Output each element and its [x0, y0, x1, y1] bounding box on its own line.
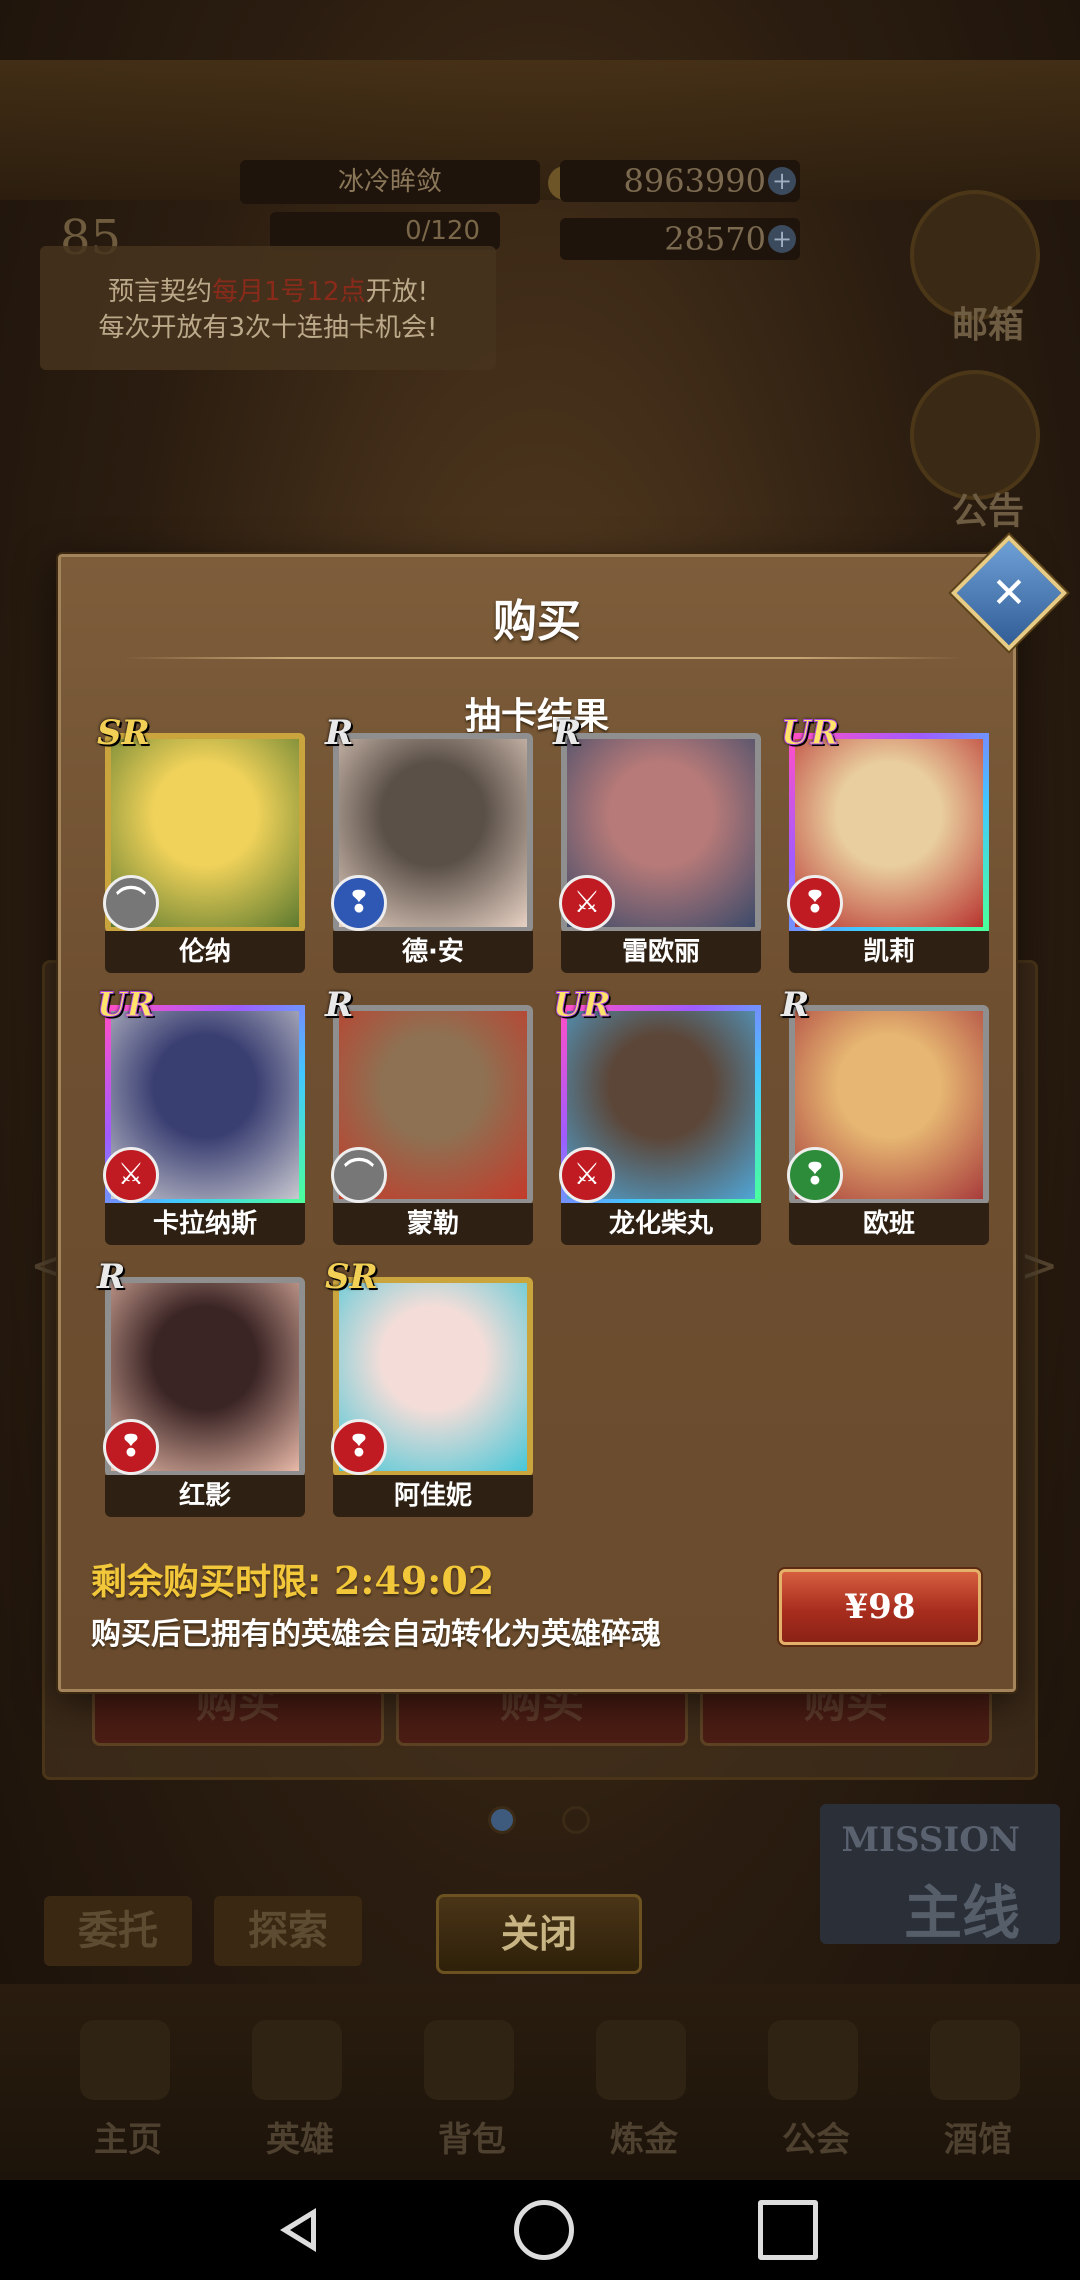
hero-card[interactable]: SR ❢ 阿佳妮	[325, 1257, 533, 1517]
close-button[interactable]: 关闭	[436, 1894, 642, 1974]
rarity-badge: R	[781, 985, 810, 1025]
hero-name: 卡拉纳斯	[105, 1203, 305, 1245]
right-arrow-icon: >	[1020, 1238, 1059, 1292]
alchemy-icon	[596, 2020, 686, 2100]
modal-title: 购买	[493, 596, 581, 647]
hero-card[interactable]: UR ⚔ 卡拉纳斯	[97, 985, 305, 1245]
event-notice: 预言契约每月1号12点开放! 每次开放有3次十连抽卡机会!	[40, 246, 496, 370]
staff-icon: ❢	[331, 1419, 387, 1475]
draw-result-heading: 抽卡结果	[464, 696, 609, 737]
bag-icon	[424, 2020, 514, 2100]
bow-icon: ⌒	[331, 1147, 387, 1203]
hero-card[interactable]: R ⚔ 雷欧丽	[553, 713, 761, 973]
gem-value: 28570	[664, 220, 766, 258]
back-icon[interactable]	[272, 2200, 332, 2260]
rarity-badge: R	[325, 713, 354, 753]
timer-value: 2:49:02	[333, 1558, 495, 1603]
home-button-icon[interactable]	[514, 2200, 574, 2260]
mail-label: 邮箱	[951, 305, 1024, 346]
nav-alchemy: 炼金	[610, 2120, 678, 2160]
close-icon: ✕	[991, 568, 1027, 617]
rarity-badge: R	[553, 713, 582, 753]
staff-icon: ❢	[787, 875, 843, 931]
hero-name: 阿佳妮	[333, 1475, 533, 1517]
hero-icon	[252, 2020, 342, 2100]
hero-name: 雷欧丽	[561, 931, 761, 973]
nav-bag: 背包	[438, 2120, 506, 2160]
gold-counter: 8963990 +	[560, 160, 800, 202]
rarity-badge: R	[325, 985, 354, 1025]
hero-name: 伦纳	[105, 931, 305, 973]
hero-card[interactable]: R ❢ 红影	[97, 1257, 305, 1517]
gem-counter: 28570 +	[560, 218, 800, 260]
notice-time: 每月1号12点	[211, 277, 366, 307]
purchase-timer: 剩余购买时限: 2:49:02	[91, 1553, 494, 1605]
hero-name: 凯莉	[789, 931, 989, 973]
home-icon	[80, 2020, 170, 2100]
page-dot-1	[488, 1806, 516, 1834]
nav-guild: 公会	[782, 2120, 850, 2160]
hero-name: 蒙勒	[333, 1203, 533, 1245]
recents-icon[interactable]	[758, 2200, 818, 2260]
notice-line2: 每次开放有3次十连抽卡机会!	[98, 313, 438, 343]
bow-icon: ⌒	[103, 875, 159, 931]
bottom-nav: 主页 英雄 背包 炼金 公会 酒馆	[0, 1984, 1080, 2180]
sword-icon: ⚔	[559, 1147, 615, 1203]
hero-card[interactable]: UR ❢ 凯莉	[781, 713, 989, 973]
top-status-bar	[0, 60, 1080, 200]
nav-home: 主页	[94, 2120, 162, 2160]
purchase-modal: 购买 抽卡结果 SR ⌒ 伦纳 R ❢ 德·安 R ⚔ 雷欧丽 UR ❢ 凯莉 UR ⚔ 卡拉纳斯 R ⌒ 蒙勒 U…	[58, 554, 1016, 1692]
sword-icon: ⚔	[559, 875, 615, 931]
mission-en: MISSION	[841, 1820, 1021, 1860]
notice-suffix: 开放!	[365, 277, 429, 307]
announce-icon	[910, 370, 1040, 500]
mission-banner: MISSION 主线	[820, 1804, 1060, 1947]
hero-card[interactable]: R ⌒ 蒙勒	[325, 985, 533, 1245]
gold-value: 8963990	[623, 162, 766, 200]
guild-icon	[768, 2020, 858, 2100]
add-gold-icon: +	[768, 167, 796, 195]
hero-card[interactable]: UR ⚔ 龙化柴丸	[553, 985, 761, 1245]
tavern-icon	[930, 2020, 1020, 2100]
commission-tag: 委托	[44, 1896, 192, 1966]
title-divider	[123, 657, 963, 659]
explore-tag: 探索	[214, 1896, 362, 1966]
rarity-badge: SR	[97, 713, 150, 753]
price-button[interactable]: ¥98	[779, 1569, 981, 1645]
rarity-badge: UR	[781, 713, 840, 754]
nav-hero: 英雄	[266, 2120, 334, 2160]
staff-icon: ❢	[103, 1419, 159, 1475]
hero-card[interactable]: R ❢ 欧班	[781, 985, 989, 1245]
nav-tavern: 酒馆	[944, 2120, 1012, 2160]
exp-counter: 0/120	[270, 212, 500, 250]
conversion-note: 购买后已拥有的英雄会自动转化为英雄碎魂	[91, 1617, 661, 1652]
hero-name: 德·安	[333, 931, 533, 973]
announce-label: 公告	[951, 491, 1024, 532]
player-name: 冰冷眸敛	[240, 160, 540, 204]
staff-icon: ❢	[331, 875, 387, 931]
hero-name: 欧班	[789, 1203, 989, 1245]
hero-card[interactable]: SR ⌒ 伦纳	[97, 713, 305, 973]
rarity-badge: UR	[97, 985, 156, 1026]
add-gem-icon: +	[768, 225, 796, 253]
rarity-badge: R	[97, 1257, 126, 1297]
page-dot-2	[562, 1806, 590, 1834]
staff-icon: ❢	[787, 1147, 843, 1203]
notice-prefix: 预言契约	[107, 277, 212, 307]
system-nav-bar	[0, 2180, 1080, 2280]
timer-label: 剩余购买时限:	[91, 1562, 322, 1603]
hero-name: 红影	[105, 1475, 305, 1517]
rarity-badge: SR	[325, 1257, 378, 1297]
sword-icon: ⚔	[103, 1147, 159, 1203]
hero-card[interactable]: R ❢ 德·安	[325, 713, 533, 973]
mission-cn: 主线	[903, 1879, 1020, 1947]
hero-name: 龙化柴丸	[561, 1203, 761, 1245]
rarity-badge: UR	[553, 985, 612, 1026]
